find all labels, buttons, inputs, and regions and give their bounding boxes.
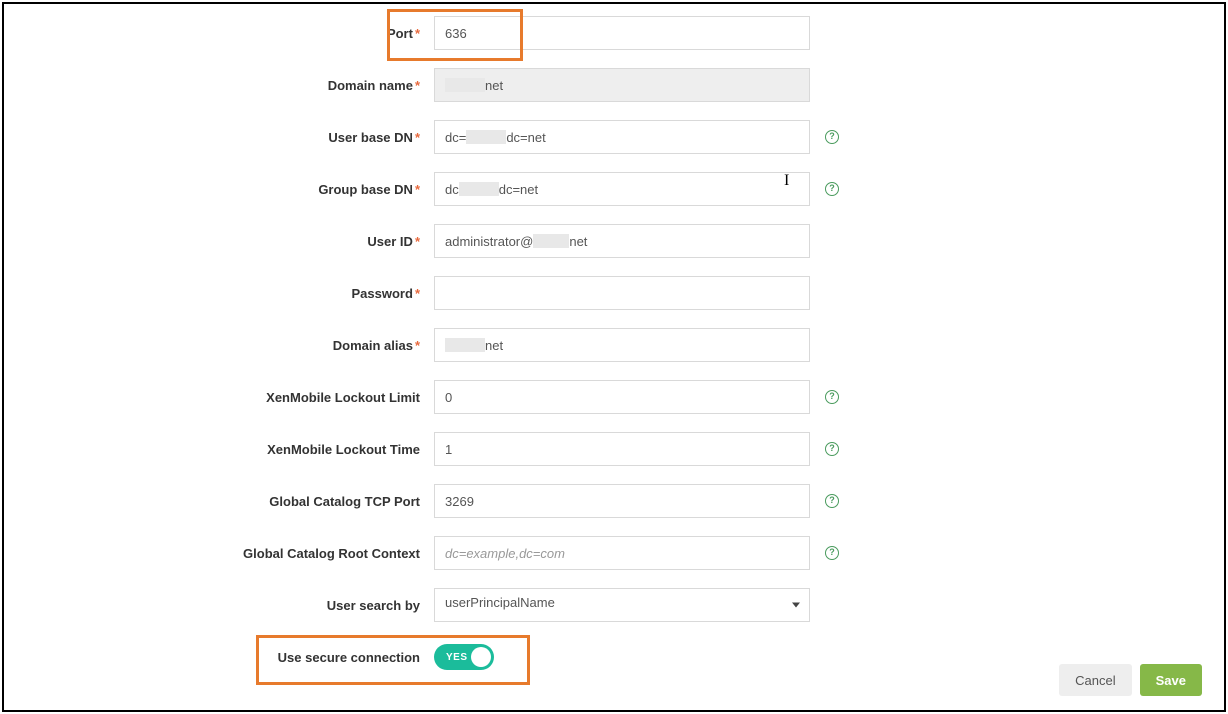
label-port: Port — [387, 26, 413, 41]
text-cursor-icon: I — [784, 172, 789, 190]
row-group-base-dn: Group base DN* dcdc=net ? — [4, 172, 1224, 206]
label-gc-tcp-port: Global Catalog TCP Port — [269, 494, 420, 509]
row-use-secure: Use secure connection YES — [4, 640, 1224, 674]
help-icon[interactable]: ? — [825, 182, 839, 196]
row-gc-tcp-port: Global Catalog TCP Port ? — [4, 484, 1224, 518]
help-icon[interactable]: ? — [825, 130, 839, 144]
port-input[interactable] — [434, 16, 810, 50]
save-button[interactable]: Save — [1140, 664, 1202, 696]
help-icon[interactable]: ? — [825, 442, 839, 456]
label-user-search-by: User search by — [327, 598, 420, 613]
row-lockout-time: XenMobile Lockout Time ? — [4, 432, 1224, 466]
label-use-secure: Use secure connection — [278, 650, 420, 665]
label-lockout-time: XenMobile Lockout Time — [267, 442, 420, 457]
group-base-dn-input[interactable]: dcdc=net — [434, 172, 810, 206]
label-password: Password — [352, 286, 413, 301]
help-icon[interactable]: ? — [825, 494, 839, 508]
row-user-search-by: User search by userPrincipalName — [4, 588, 1224, 622]
required-marker: * — [415, 130, 420, 145]
label-gc-root-ctx: Global Catalog Root Context — [243, 546, 420, 561]
label-domain-name: Domain name — [328, 78, 413, 93]
row-gc-root-ctx: Global Catalog Root Context ? — [4, 536, 1224, 570]
required-marker: * — [415, 286, 420, 301]
row-user-base-dn: User base DN* dc=dc=net ? — [4, 120, 1224, 154]
user-base-dn-input[interactable]: dc=dc=net — [434, 120, 810, 154]
gc-tcp-port-input[interactable] — [434, 484, 810, 518]
row-port: Port* — [4, 16, 1224, 50]
password-input[interactable] — [434, 276, 810, 310]
use-secure-toggle[interactable]: YES — [434, 644, 494, 670]
help-icon[interactable]: ? — [825, 546, 839, 560]
required-marker: * — [415, 26, 420, 41]
help-icon[interactable]: ? — [825, 390, 839, 404]
domain-alias-input[interactable]: net — [434, 328, 810, 362]
ldap-settings-form: Port* Domain name* net User base DN* dc=… — [2, 2, 1226, 712]
row-password: Password* — [4, 276, 1224, 310]
label-domain-alias: Domain alias — [333, 338, 413, 353]
required-marker: * — [415, 338, 420, 353]
gc-root-ctx-input[interactable] — [434, 536, 810, 570]
user-search-by-select[interactable]: userPrincipalName — [434, 588, 810, 622]
user-id-input[interactable]: administrator@net — [434, 224, 810, 258]
toggle-knob — [471, 647, 491, 667]
domain-name-input: net — [434, 68, 810, 102]
required-marker: * — [415, 182, 420, 197]
label-user-base-dn: User base DN — [328, 130, 413, 145]
row-domain-alias: Domain alias* net — [4, 328, 1224, 362]
row-domain-name: Domain name* net — [4, 68, 1224, 102]
label-user-id: User ID — [367, 234, 413, 249]
row-lockout-limit: XenMobile Lockout Limit ? — [4, 380, 1224, 414]
label-lockout-limit: XenMobile Lockout Limit — [266, 390, 420, 405]
row-user-id: User ID* administrator@net — [4, 224, 1224, 258]
lockout-limit-input[interactable] — [434, 380, 810, 414]
footer-actions: Cancel Save — [1059, 664, 1202, 696]
label-group-base-dn: Group base DN — [318, 182, 413, 197]
required-marker: * — [415, 234, 420, 249]
required-marker: * — [415, 78, 420, 93]
cancel-button[interactable]: Cancel — [1059, 664, 1131, 696]
lockout-time-input[interactable] — [434, 432, 810, 466]
